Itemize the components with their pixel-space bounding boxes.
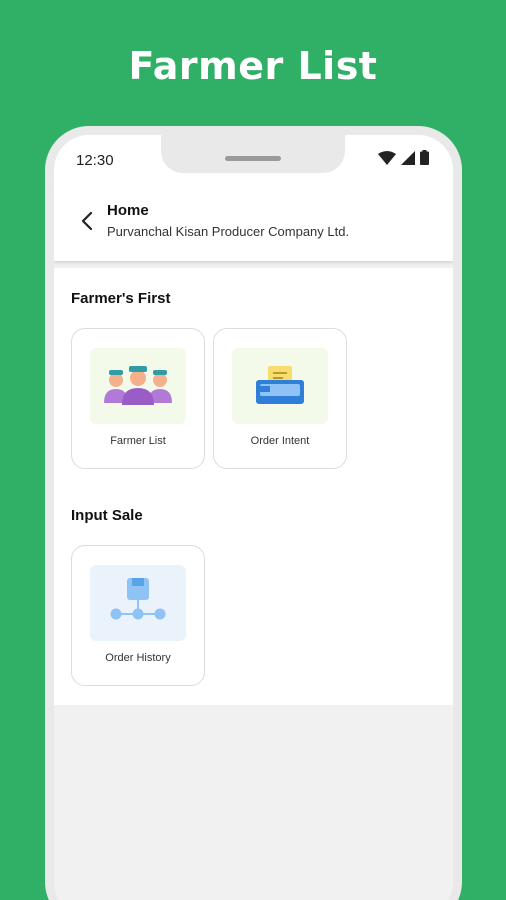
app-screen: 12:30 Home Purvanchal Kisan Producer Com… [54, 135, 453, 900]
order-tray-icon [256, 366, 304, 404]
status-bar: 12:30 [54, 135, 453, 185]
dashboard-content: Farmer's First Farmer List Order Intent … [54, 268, 453, 705]
battery-icon [420, 150, 429, 165]
card-label: Order History [105, 652, 171, 664]
order-intent-card[interactable]: Order Intent [213, 328, 347, 469]
section-title-input-sale: Input Sale [71, 507, 143, 524]
header-title: Home [107, 202, 149, 219]
card-label: Farmer List [110, 435, 166, 447]
order-history-icon [110, 578, 166, 620]
section-title-farmers-first: Farmer's First [71, 290, 171, 307]
speaker-grille [225, 156, 281, 161]
order-history-card[interactable]: Order History [71, 545, 205, 686]
banner-title: Farmer List [128, 44, 378, 88]
card-icon-bg [90, 565, 186, 641]
phone-notch [161, 135, 345, 173]
phone-frame: 12:30 Home Purvanchal Kisan Producer Com… [45, 126, 462, 900]
farmer-list-card[interactable]: Farmer List [71, 328, 205, 469]
card-icon-bg [232, 348, 328, 424]
app-header: Home Purvanchal Kisan Producer Company L… [54, 185, 453, 261]
signal-icon [401, 150, 415, 165]
card-label: Order Intent [250, 435, 310, 447]
header-subtitle: Purvanchal Kisan Producer Company Ltd. [107, 224, 350, 239]
card-icon-bg [90, 348, 186, 424]
status-time: 12:30 [76, 152, 114, 169]
farmers-group-icon [104, 366, 172, 405]
status-icons [378, 150, 429, 165]
back-arrow-icon[interactable] [76, 209, 100, 233]
wifi-icon [378, 150, 396, 165]
